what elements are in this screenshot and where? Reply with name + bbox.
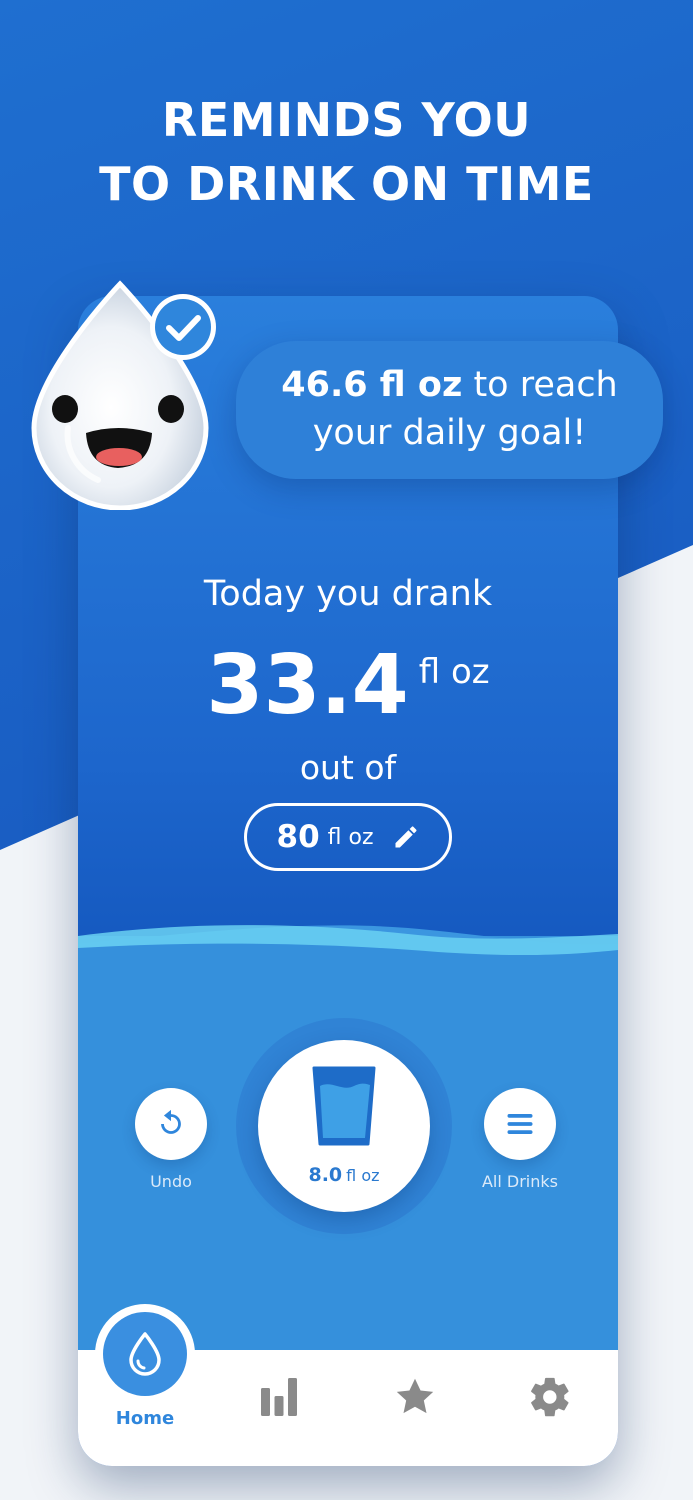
- goal-unit: fl oz: [327, 824, 374, 850]
- headline: REMINDS YOU TO DRINK ON TIME: [0, 88, 693, 216]
- undo-icon: [161, 1109, 181, 1134]
- bubble-amount: 46.6 fl oz: [281, 365, 463, 405]
- bubble-line-2: your daily goal!: [312, 413, 587, 453]
- today-amount-unit: fl oz: [418, 652, 490, 692]
- bar-chart-icon[interactable]: [256, 1374, 302, 1420]
- add-drink-button[interactable]: 8.0 fl oz: [258, 1040, 430, 1212]
- star-icon[interactable]: [392, 1374, 438, 1420]
- goal-value: 80: [276, 819, 320, 855]
- bubble-line-1: 46.6 fl oz to reach: [236, 361, 663, 409]
- undo-button[interactable]: [135, 1088, 207, 1160]
- goal-remaining-bubble: 46.6 fl oz to reach your daily goal!: [236, 341, 663, 479]
- undo-label: Undo: [150, 1172, 192, 1191]
- drink-amount: 8.0 fl oz: [258, 1164, 430, 1186]
- all-drinks-label: All Drinks: [481, 1172, 558, 1191]
- today-amount-value: 33.4: [206, 638, 409, 733]
- headline-line-1: REMINDS YOU: [161, 93, 532, 147]
- drink-amount-value: 8.0: [308, 1164, 343, 1186]
- bubble-text: to reach: [462, 365, 618, 405]
- nav-home-label: Home: [115, 1408, 175, 1429]
- list-icon: [507, 1114, 533, 1134]
- gear-icon[interactable]: [527, 1374, 573, 1420]
- daily-goal-button[interactable]: 80 fl oz: [244, 803, 452, 871]
- headline-line-2: TO DRINK ON TIME: [99, 157, 594, 211]
- today-amount: 33.4 fl oz: [78, 638, 618, 733]
- pencil-icon: [395, 826, 417, 848]
- today-label: Today you drank: [203, 574, 493, 614]
- drink-amount-unit: fl oz: [346, 1166, 380, 1185]
- water-wave: [78, 925, 618, 974]
- nav-home-tab[interactable]: [95, 1304, 195, 1404]
- all-drinks-button[interactable]: [484, 1088, 556, 1160]
- out-of-label: out of: [299, 748, 397, 787]
- checkmark-icon: [150, 294, 216, 360]
- drop-icon: [129, 1332, 161, 1376]
- nav-home-inner: [103, 1312, 187, 1396]
- glass-icon: [312, 1066, 376, 1146]
